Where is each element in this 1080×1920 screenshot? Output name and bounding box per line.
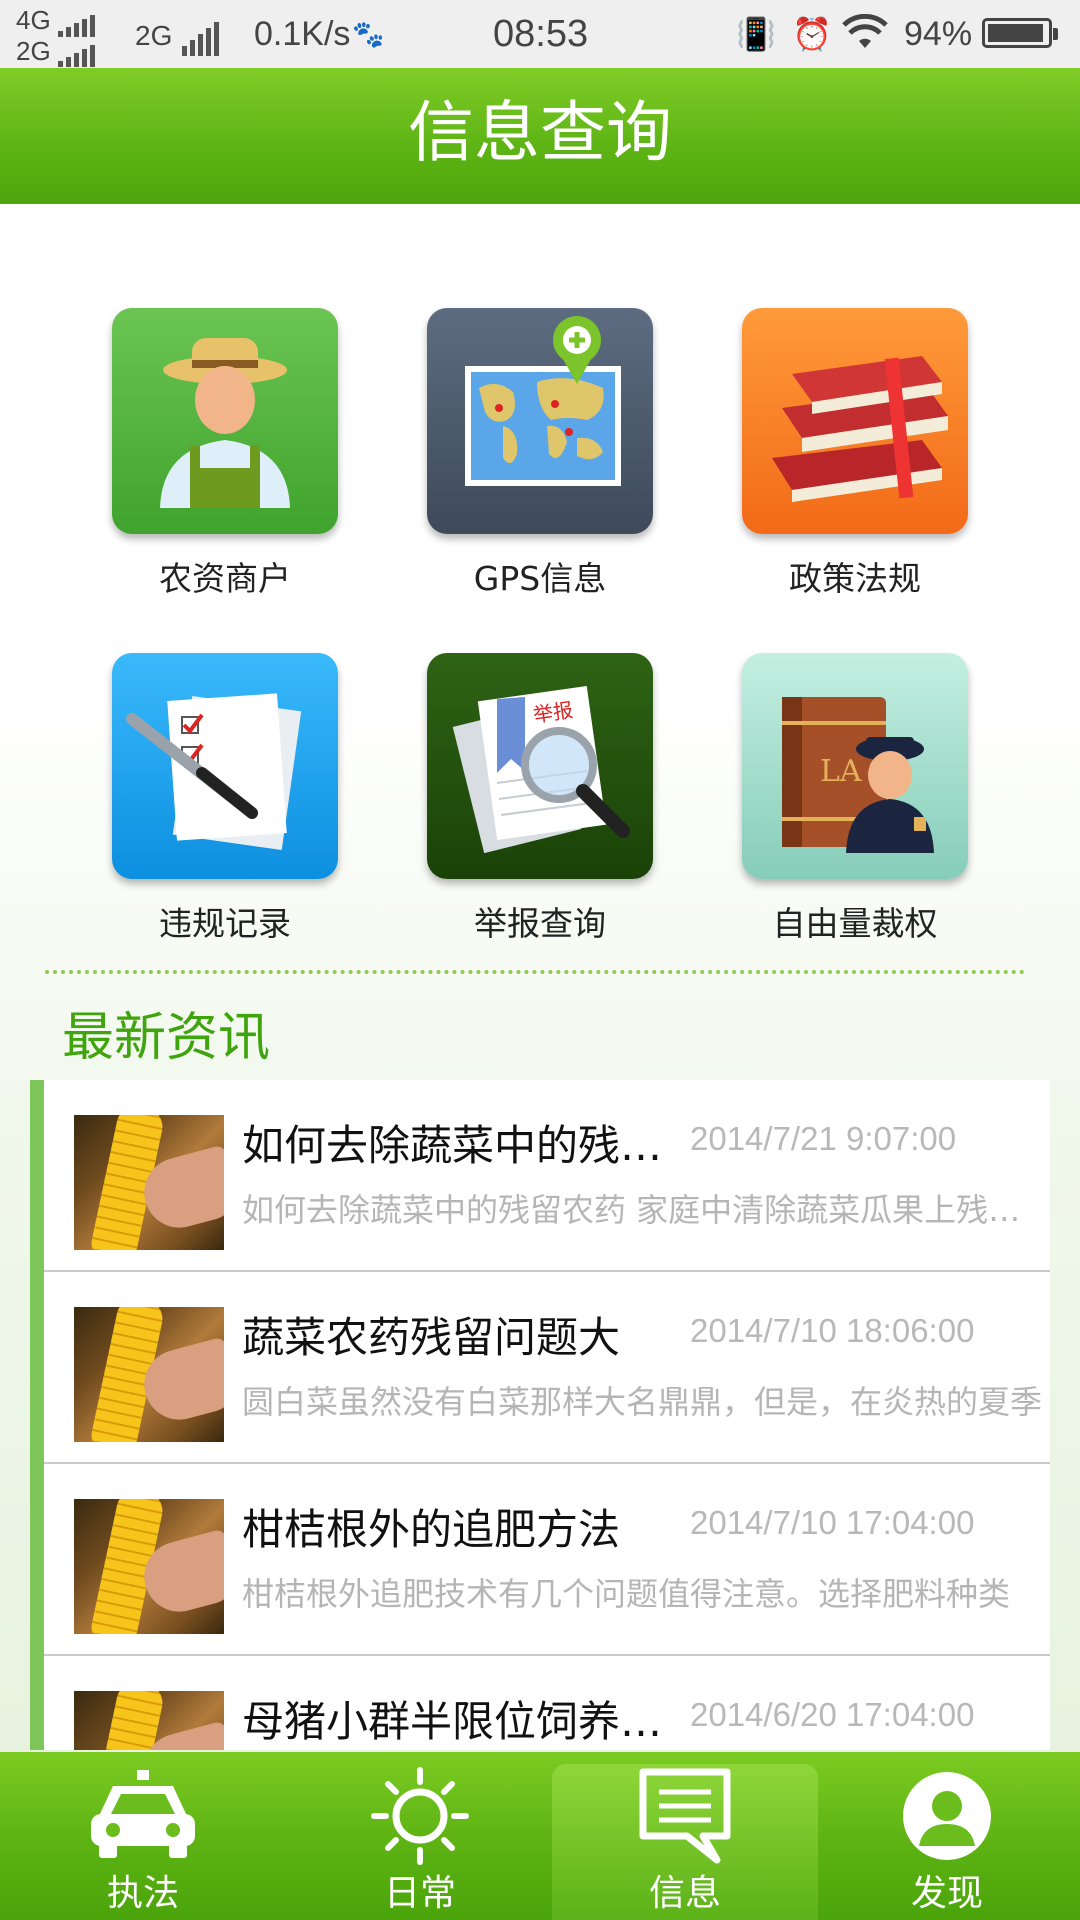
network-2g: 2G [135, 14, 222, 57]
news-date: 2014/6/20 17:04:00 [690, 1696, 975, 1733]
news-list[interactable]: 如何去除蔬菜中的残留农药 2014/7/21 9:07:00 如何去除蔬菜中的残… [30, 1080, 1050, 1750]
news-thumbnail [74, 1691, 224, 1750]
news-section-title: 最新资讯 [62, 1008, 271, 1068]
battery-icon [982, 18, 1058, 48]
net-speed: 0.1K/s [254, 15, 351, 53]
news-thumbnail [74, 1499, 224, 1634]
news-title: 母猪小群半限位饲养技术 [242, 1697, 682, 1746]
tab-label: 执法 [106, 1873, 179, 1914]
news-summary: 圆白菜虽然没有白菜那样大名鼎鼎，但是，在炎热的夏季 [242, 1383, 1042, 1421]
signal-icon [57, 8, 98, 37]
checklist-pen-icon [112, 653, 338, 879]
tile-agri-merchants[interactable]: 农资商户 [110, 308, 340, 600]
tile-label: 政策法规 [789, 559, 921, 598]
battery-percent: 94% [904, 15, 973, 53]
list-item[interactable]: 蔬菜农药残留问题大 2014/7/10 18:06:00 圆白菜虽然没有白菜那样… [44, 1272, 1050, 1464]
section-divider [45, 970, 1025, 974]
tab-label: 信息 [648, 1873, 721, 1914]
bottom-nav: 执法 日常 信息 发现 [0, 1752, 1080, 1920]
tile-label: GPS信息 [473, 559, 607, 598]
message-icon [639, 1768, 731, 1864]
sun-icon [371, 1767, 469, 1865]
tile-violation-records[interactable]: 违规记录 [110, 653, 340, 945]
report-magnifier-icon: 举报 [427, 653, 653, 879]
signal-icon [181, 16, 222, 57]
network-type-label: 2G [135, 20, 173, 51]
profile-icon [903, 1772, 991, 1860]
news-date: 2014/7/21 9:07:00 [690, 1120, 957, 1157]
news-date: 2014/7/10 18:06:00 [690, 1312, 975, 1349]
network-indicator: 4G 2G [16, 5, 98, 68]
tile-label: 举报查询 [474, 904, 606, 943]
vibrate-icon: 📳 [736, 16, 776, 52]
tile-report-query[interactable]: 举报 举报查询 [425, 653, 655, 945]
tile-gps-info[interactable]: GPS信息 [425, 308, 655, 600]
tile-label: 农资商户 [159, 559, 291, 598]
news-summary: 柑桔根外追肥技术有几个问题值得注意。选择肥料种类 [242, 1575, 1011, 1613]
tile-label: 违规记录 [159, 904, 291, 943]
news-date: 2014/7/10 17:04:00 [690, 1504, 975, 1541]
status-bar: 4G 2G 2G 0.1K/s 🐾 08:53 📳 ⏰ 94% [0, 0, 1080, 68]
tab-label: 日常 [383, 1873, 456, 1914]
books-icon [742, 308, 968, 534]
page-title: 信息查询 [0, 68, 1080, 204]
news-thumbnail [74, 1115, 224, 1250]
news-title: 蔬菜农药残留问题大 [242, 1313, 621, 1362]
news-summary: 如何去除蔬菜中的残留农药 家庭中清除蔬菜瓜果上残留农药的方法 [242, 1191, 1042, 1229]
wifi-icon [842, 13, 888, 61]
list-item[interactable]: 母猪小群半限位饲养技术 2014/6/20 17:04:00 [44, 1656, 1050, 1750]
list-item[interactable]: 柑桔根外的追肥方法 2014/7/10 17:04:00 柑桔根外追肥技术有几个… [44, 1464, 1050, 1656]
news-thumbnail [74, 1307, 224, 1442]
tab-daily[interactable]: 日常 [287, 1752, 553, 1920]
signal-icon [57, 38, 98, 68]
paw-icon: 🐾 [352, 19, 385, 49]
alarm-icon: ⏰ [792, 16, 832, 52]
tab-info[interactable]: 信息 [552, 1764, 818, 1920]
farmer-icon [112, 308, 338, 534]
news-title: 如何去除蔬菜中的残留农药 [242, 1121, 682, 1170]
tile-discretion-rights[interactable]: LA 自由量裁权 [740, 653, 970, 945]
clock-time: 08:53 [493, 13, 589, 55]
list-item[interactable]: 如何去除蔬菜中的残留农药 2014/7/21 9:07:00 如何去除蔬菜中的残… [44, 1080, 1050, 1272]
tab-discover[interactable]: 发现 [814, 1752, 1080, 1920]
police-car-icon [91, 1770, 195, 1858]
tile-policy-regulations[interactable]: 政策法规 [740, 308, 970, 600]
network-type-top: 4G [16, 5, 51, 35]
tab-enforcement[interactable]: 执法 [10, 1752, 276, 1920]
tab-label: 发现 [910, 1873, 983, 1914]
network-type-bottom: 2G [16, 35, 51, 66]
law-officer-icon: LA [742, 653, 968, 879]
map-pin-icon [427, 308, 653, 534]
tile-label: 自由量裁权 [772, 904, 938, 943]
svg-text:LA: LA [820, 754, 862, 789]
news-title: 柑桔根外的追肥方法 [242, 1505, 621, 1554]
